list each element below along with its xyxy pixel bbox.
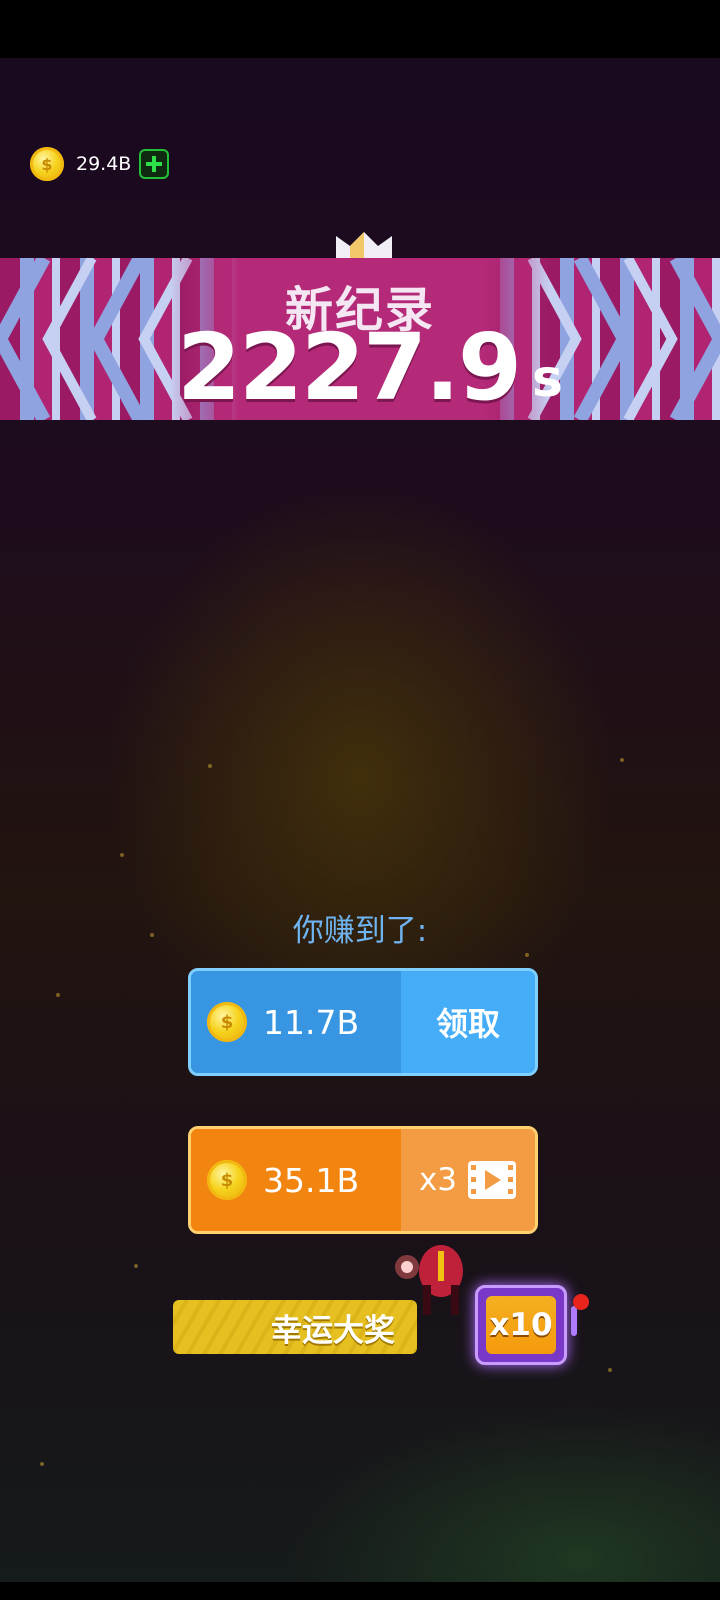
claim-amount-section: 11.7B [191,971,401,1073]
slot-window: x10 [486,1296,556,1354]
multi-amount-section: 35.1B [191,1129,401,1231]
claim-button[interactable]: 11.7B 领取 [188,968,538,1076]
particle [525,953,529,957]
add-coins-button[interactable] [139,149,170,179]
slot-machine-button[interactable]: x10 [475,1285,567,1365]
multiplier-label: x3 [418,1162,458,1198]
particle [56,993,60,997]
coin-icon [30,147,64,181]
earned-label: 你赚到了: [292,913,428,949]
video-icon [468,1161,517,1199]
slot-multiplier: x10 [489,1307,553,1343]
claim-label: 领取 [401,971,535,1073]
particle [120,853,124,857]
slot-lever-icon [571,1294,589,1336]
particle [40,1462,44,1466]
multi-amount: 35.1B [263,1160,360,1200]
particle [620,758,624,762]
coin-icon [207,1160,247,1200]
particle [134,1264,138,1268]
record-time-unit: s [532,349,563,409]
lucky-prize-label: 幸运大奖 [271,1312,395,1349]
lucky-prize-button[interactable]: 幸运大奖 [173,1300,417,1354]
navigation-bar [0,1582,720,1600]
coin-icon [207,1002,247,1042]
status-bar [0,0,720,58]
particle [608,1368,612,1372]
wallet-amount: 29.4B [76,153,132,175]
record-time: 2227.9 s [160,318,580,418]
particle [208,764,212,768]
claim-amount: 11.7B [263,1002,360,1042]
record-time-value: 2227.9 [177,314,522,421]
crown-icon [336,232,392,258]
wallet: 29.4B [30,146,170,182]
multiplier-section: x3 [401,1129,535,1231]
watch-video-multiplier-button[interactable]: 35.1B x3 [188,1126,538,1234]
